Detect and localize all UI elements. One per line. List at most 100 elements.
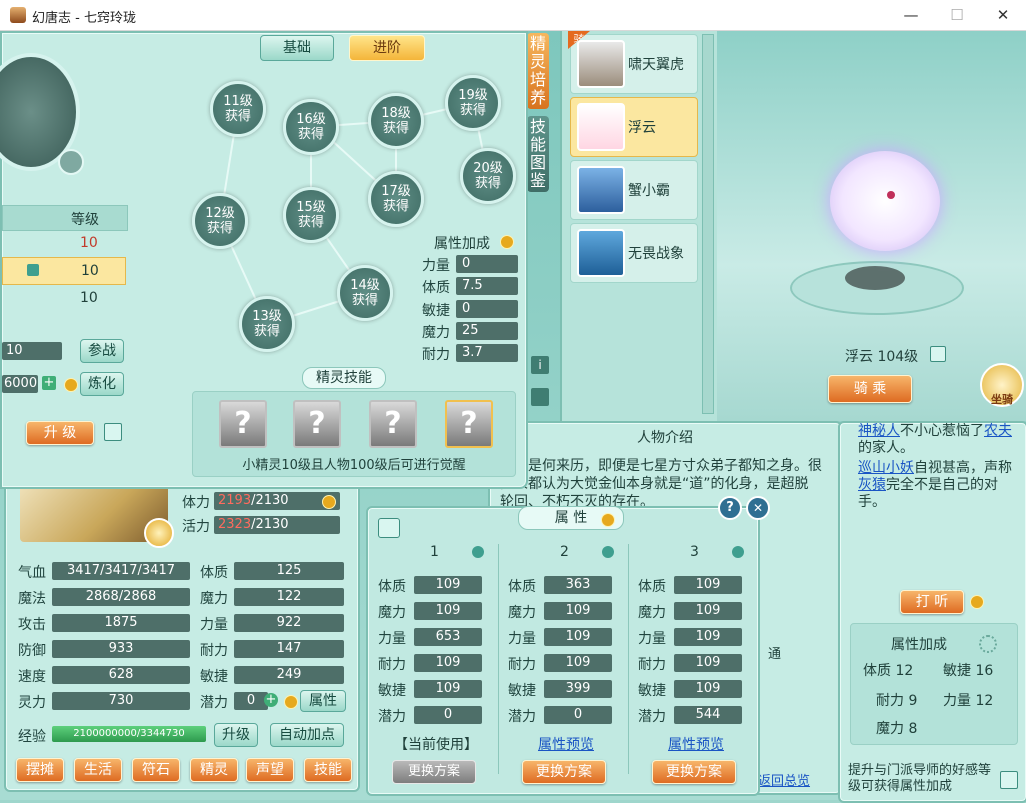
note-icon[interactable] (531, 388, 549, 406)
tab-spirit[interactable]: 精灵 (190, 758, 238, 782)
tili-current: 2193 (218, 493, 252, 508)
popup-close-icon[interactable]: ✕ (746, 496, 770, 520)
edit-scheme-icon[interactable] (732, 546, 744, 558)
stat-value: 3417/3417/3417 (52, 562, 190, 580)
npc-link-mystery-man[interactable]: 神秘人 (858, 423, 900, 439)
coin-icon (601, 513, 615, 527)
inquire-button[interactable]: 打 听 (900, 590, 964, 614)
growth-node-17[interactable]: 17级 获得 (368, 171, 424, 227)
switch-scheme-button[interactable]: 更换方案 (392, 760, 476, 784)
tab-skills[interactable]: 技能 (304, 758, 352, 782)
npc-line-2: 巡山小妖自视甚高，声称灰猿完全不是自己的对手。 (858, 460, 1018, 511)
bonus-value: 0 (456, 300, 518, 318)
tab-reputation[interactable]: 声望 (246, 758, 294, 782)
npc-bonus-box: 属性加成 体质 12 敏捷 16 耐力 9 力量 12 魔力 8 (850, 623, 1018, 745)
stat-value: 2868/2868 (52, 588, 190, 606)
npc-text: 自视甚高，声称 (914, 460, 1012, 476)
growth-node-13[interactable]: 13级 获得 (239, 296, 295, 352)
tab-skill-catalog[interactable]: 技能图鉴 (527, 116, 549, 192)
close-button[interactable]: ✕ (980, 0, 1026, 30)
tab-stall[interactable]: 摆摊 (16, 758, 64, 782)
coin-icon (500, 235, 514, 249)
character-panel: 体力 2193/2130 活力 2323/2130 气血 3417/3417/3… (4, 460, 360, 792)
back-overview-link[interactable]: 返回总览 (758, 770, 810, 789)
auto-allocate-button[interactable]: 自动加点 (270, 723, 344, 747)
bonus-value: 25 (456, 322, 518, 340)
growth-node-11[interactable]: 11级 获得 (210, 81, 266, 137)
scheme-stat-label: 魔力 (638, 605, 666, 621)
scheme-stat-value: 109 (674, 680, 742, 698)
switch-scheme-button[interactable]: 更换方案 (522, 760, 606, 784)
edit-scheme-icon[interactable] (472, 546, 484, 558)
tili-label: 体力 (182, 495, 210, 511)
growth-node-19[interactable]: 19级 获得 (445, 75, 501, 131)
pet-name: 无畏战象 (628, 246, 684, 262)
maximize-button[interactable]: ☐ (934, 0, 980, 30)
scheme-stat-value: 109 (414, 602, 482, 620)
help-icon[interactable]: ? (718, 496, 742, 520)
ride-button[interactable]: 骑 乘 (828, 375, 912, 403)
pet-card-cloud[interactable]: 浮云 (570, 97, 698, 157)
stat-value: 249 (234, 666, 344, 684)
huoli-label: 活力 (182, 519, 210, 535)
bonus-title: 属性加成 (434, 236, 490, 252)
scheme-stat-label: 体质 (378, 579, 406, 595)
tab-spirit-training[interactable]: 精灵培养 (527, 33, 549, 109)
level-up-button[interactable]: 升级 (214, 723, 258, 747)
mount-eye (887, 191, 895, 199)
scheme-stat-value: 109 (414, 576, 482, 594)
npc-footer-note: 提升与门派导师的好感等级可获得属性加成 (848, 763, 992, 794)
add-point-icon[interactable]: + (264, 693, 278, 707)
npc-link-farmer[interactable]: 农夫 (984, 423, 1012, 439)
spirit-panel: 等级 10 10 10 10 参战 6000 + 炼化 升 级 基础 进阶 11 (0, 31, 528, 489)
scheme-stat-label: 敏捷 (508, 683, 536, 699)
rename-icon[interactable] (930, 346, 946, 362)
minimize-button[interactable]: — (888, 0, 934, 30)
preview-attr-link[interactable]: 属性预览 (538, 734, 594, 754)
mount-figure-cloud (830, 151, 940, 251)
pet-list-scrollbar[interactable] (702, 34, 714, 414)
scheme-stat-value: 109 (544, 628, 612, 646)
scheme-number: 2 (560, 544, 569, 560)
growth-node-20[interactable]: 20级 获得 (460, 148, 516, 204)
scheme-stat-label: 体质 (508, 579, 536, 595)
pet-card-crab[interactable]: 蟹小霸 (570, 160, 698, 220)
npc-link-gray-ape[interactable]: 灰猿 (858, 477, 886, 493)
switch-scheme-button[interactable]: 更换方案 (652, 760, 736, 784)
growth-node-18[interactable]: 18级 获得 (368, 93, 424, 149)
tili-max: /2130 (251, 493, 289, 508)
edit-scheme-icon[interactable] (602, 546, 614, 558)
gear-icon[interactable] (979, 635, 997, 653)
window-title: 幻唐志 - 七窍玲珑 (32, 11, 136, 26)
growth-node-12[interactable]: 12级 获得 (192, 193, 248, 249)
pet-card-tiger[interactable]: 啸天翼虎 (570, 34, 698, 94)
pet-avatar (577, 40, 625, 88)
bonus-value: 3.7 (456, 344, 518, 362)
info-icon[interactable]: i (531, 356, 549, 374)
huoli-current: 2323 (218, 517, 252, 532)
coin-icon (322, 495, 336, 509)
growth-node-15[interactable]: 15级 获得 (283, 187, 339, 243)
pet-card-elephant[interactable]: 无畏战象 (570, 223, 698, 283)
column-divider (498, 544, 499, 774)
intro-text: 金仙是何来历，即便是七星方寸众弟子都知之身。很多人都认为大觉金仙本身就是“道”的… (500, 458, 822, 510)
tab-rune[interactable]: 符石 (132, 758, 180, 782)
preview-attr-link[interactable]: 属性预览 (668, 734, 724, 754)
pet-name: 蟹小霸 (628, 183, 670, 199)
stat-value: 122 (234, 588, 344, 606)
skill-slot-locked[interactable]: ? (293, 400, 341, 448)
skill-slot-awaken[interactable]: ? (445, 400, 493, 448)
growth-node-14[interactable]: 14级 获得 (337, 265, 393, 321)
scheme-stat-label: 力量 (638, 631, 666, 647)
npc-link-mountain-demon[interactable]: 巡山小妖 (858, 460, 914, 476)
mount-badge-icon[interactable]: 坐骑 (980, 363, 1024, 407)
spirit-skill-box: ? ? ? ? 小精灵10级且人物100级后可进行觉醒 (192, 391, 516, 477)
tab-life[interactable]: 生活 (74, 758, 122, 782)
npc-bonus-stat: 体质 12 (863, 663, 914, 679)
skill-slot-locked[interactable]: ? (369, 400, 417, 448)
edit-icon[interactable] (1000, 771, 1018, 789)
attribute-button[interactable]: 属性 (300, 690, 346, 712)
growth-node-16[interactable]: 16级 获得 (283, 99, 339, 155)
stat-value: 922 (234, 614, 344, 632)
skill-slot-locked[interactable]: ? (219, 400, 267, 448)
